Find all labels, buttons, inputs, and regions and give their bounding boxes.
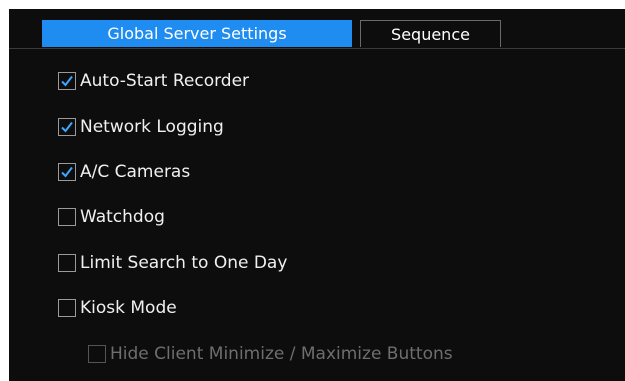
- option-limit-search[interactable]: Limit Search to One Day: [58, 251, 287, 275]
- limit-search-label: Limit Search to One Day: [80, 253, 288, 273]
- watchdog-label: Watchdog: [80, 207, 165, 227]
- network-logging-label: Network Logging: [80, 117, 224, 137]
- option-kiosk-mode[interactable]: Kiosk Mode: [58, 296, 177, 320]
- kiosk-mode-label: Kiosk Mode: [80, 298, 177, 318]
- checkmark-icon: [61, 75, 73, 87]
- option-ac-cameras[interactable]: A/C Cameras: [58, 160, 190, 184]
- checkmark-icon: [61, 121, 73, 133]
- watchdog-checkbox[interactable]: [58, 208, 76, 226]
- auto-start-recorder-checkbox[interactable]: [58, 72, 76, 90]
- ac-cameras-checkbox[interactable]: [58, 163, 76, 181]
- tab-global-server-settings[interactable]: Global Server Settings: [42, 20, 352, 47]
- tab-bar: Global Server Settings Sequence: [9, 20, 625, 49]
- auto-start-recorder-label: Auto-Start Recorder: [80, 71, 250, 91]
- network-logging-checkbox[interactable]: [58, 118, 76, 136]
- option-auto-start-recorder[interactable]: Auto-Start Recorder: [58, 69, 249, 93]
- tab-sequence[interactable]: Sequence: [360, 20, 501, 47]
- option-hide-client-buttons: Hide Client Minimize / Maximize Buttons: [88, 342, 453, 366]
- kiosk-mode-checkbox[interactable]: [58, 299, 76, 317]
- checkmark-icon: [61, 166, 73, 178]
- option-network-logging[interactable]: Network Logging: [58, 115, 224, 139]
- hide-client-buttons-label: Hide Client Minimize / Maximize Buttons: [110, 344, 453, 364]
- settings-panel: Global Server Settings Sequence Auto-Sta…: [9, 9, 625, 381]
- hide-client-buttons-checkbox: [88, 345, 106, 363]
- limit-search-checkbox[interactable]: [58, 254, 76, 272]
- ac-cameras-label: A/C Cameras: [80, 162, 191, 182]
- option-watchdog[interactable]: Watchdog: [58, 205, 165, 229]
